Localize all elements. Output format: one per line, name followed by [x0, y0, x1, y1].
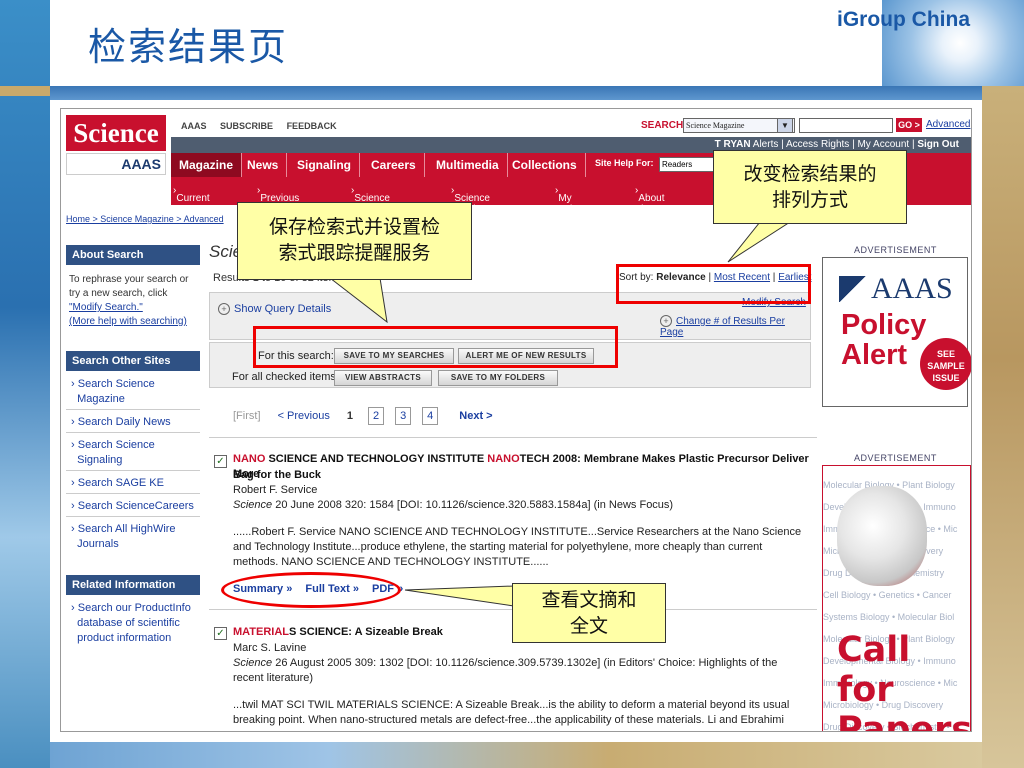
abstract-callout-line2: 全文: [569, 615, 608, 637]
save-search-callout: 保存检索式并设置检 索式跟踪提醒服务: [237, 202, 472, 280]
abstract-callout-line1: 查看文摘和: [541, 589, 637, 611]
abstract-fulltext-callout: 查看文摘和 全文: [512, 583, 666, 643]
sort-callout-line1: 改变检索结果的: [743, 163, 877, 185]
save-callout-pointer: [328, 277, 388, 324]
save-callout-line1: 保存检索式并设置检: [268, 216, 440, 238]
save-callout-line2: 索式跟踪提醒服务: [278, 242, 431, 264]
sort-callout: 改变检索结果的 排列方式: [713, 150, 907, 224]
abstract-callout-pointer: [404, 585, 515, 607]
sort-callout-line2: 排列方式: [771, 189, 848, 211]
callout-pointers: [328, 221, 792, 607]
sort-callout-pointer: [727, 221, 792, 263]
